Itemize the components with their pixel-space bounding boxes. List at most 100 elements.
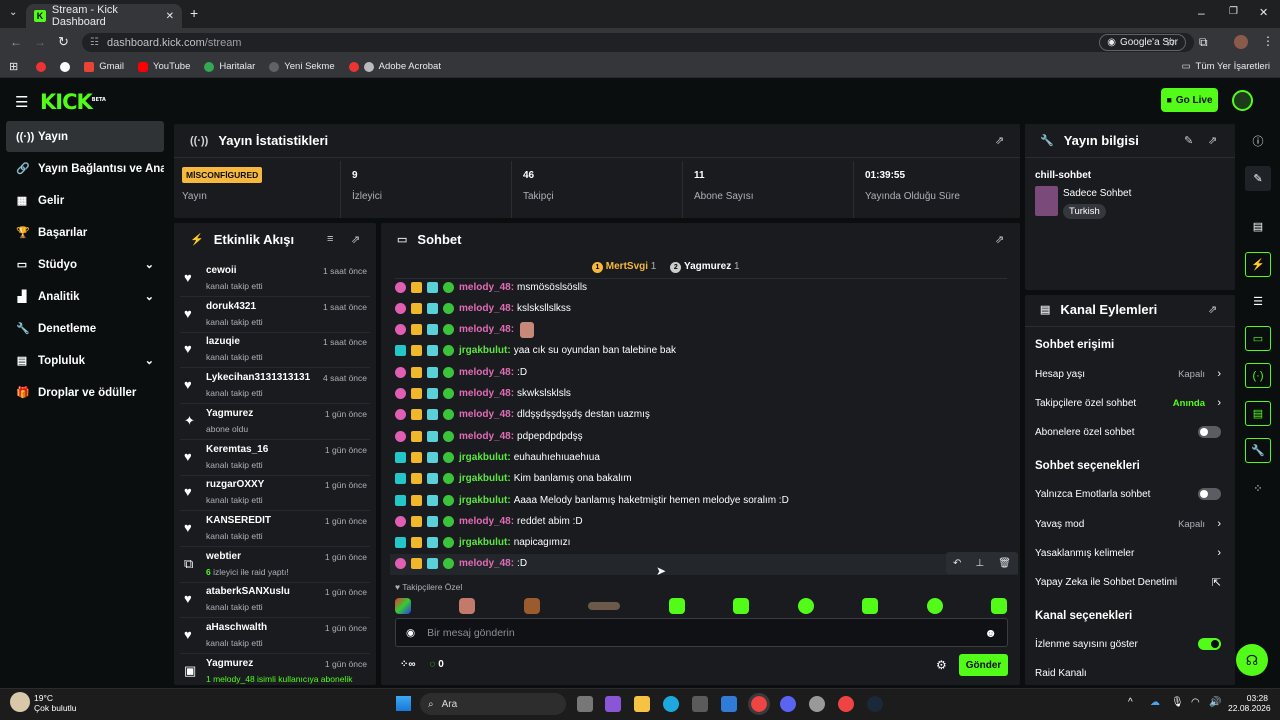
back-icon[interactable]: ← [10,35,22,49]
chat-message[interactable]: melody_48: reddet abim :D [395,511,583,531]
chat-message[interactable]: melody_48: pdpepdpdpdşş [395,426,583,446]
chat-username[interactable]: melody_48: [459,409,514,420]
menu-dots-icon[interactable]: ⋮ [1262,34,1274,48]
forward-icon[interactable]: → [34,35,46,49]
bookmark-maps[interactable]: Haritalar [204,61,255,72]
chat-username[interactable]: melody_48: [459,324,514,335]
chat-message[interactable]: melody_48: skwkslsklsls [395,384,571,404]
chat-message[interactable]: melody_48: msmösöslsöslls [395,277,587,297]
sidebar-item[interactable]: 🔧 Denetleme [6,313,164,344]
ai-moderation-row[interactable]: Yapay Zeka ile Sohbet Denetimi ⇱ [1035,572,1225,592]
emote-green-1-icon[interactable] [668,598,685,614]
activity-item[interactable]: ♥ Lykecihan3131313131 kanalı takip etti 4 s… [180,368,370,405]
minimize-icon[interactable]: – [1198,6,1205,20]
chat-username[interactable]: melody_48: [459,367,514,378]
activity-item[interactable]: ♥ Keremtas_16 kanalı takip etti 1 gün önce [180,440,370,476]
banned-words-row[interactable]: Yasaklanmış kelimeler › [1035,543,1225,563]
sidebar-item[interactable]: 🎁 Droplar ve ödüller [6,377,164,408]
emote-green-3-icon[interactable] [797,598,814,614]
emote-face-icon[interactable] [459,598,476,614]
show-views-toggle[interactable] [1198,638,1221,650]
task-view-icon[interactable] [577,696,593,712]
chat-settings-icon[interactable]: ⚙ [936,658,947,672]
badge-icon[interactable]: ◉ [406,627,415,639]
address-bar[interactable]: ☷ dashboard.kick.com/stream [82,33,1194,52]
chat-message[interactable]: jrgakbulut: Kim banlamış ona bakalım [395,469,632,489]
chat-message[interactable]: melody_48::D [395,362,527,382]
reload-icon[interactable]: ↻ [58,34,69,50]
followers-only-row[interactable]: Takipçilere özel sohbet Anında › [1035,393,1225,413]
chat-message[interactable]: jrgakbulut: Aaaa Melody banlamış haketmiş… [395,490,789,510]
wifi-icon[interactable]: ◠ [1191,697,1200,708]
chat-message[interactable]: jrgakbulut: euhauhıehıuaehıua [395,447,600,467]
bookmark-star-icon[interactable]: ☆ [1165,35,1176,49]
activity-item[interactable]: ♥ doruk4321 kanalı takip etti 1 saat önce [180,297,370,333]
close-tab-icon[interactable]: ✕ [166,11,174,22]
bookmark-acrobat[interactable]: Adobe Acrobat [348,61,441,72]
chat-message[interactable]: melody_48: [395,320,535,340]
sidebar-item[interactable]: 🔗 Yayın Bağlantısı ve Anahtar [6,153,164,184]
popout-icon[interactable]: ⇗ [995,134,1004,147]
chat-message[interactable]: melody_48: dldşşdşşdşşdş destan uazmış [395,405,650,425]
popout-icon[interactable]: ⇗ [351,233,360,246]
filter-icon[interactable]: ≡ [327,233,333,245]
profile-avatar[interactable] [1234,35,1248,49]
activity-item[interactable]: ♥ ataberkSANXuslu kanalı takip etti 1 gün ö… [180,582,370,619]
emoji-icon[interactable]: ☻ [984,626,997,640]
chat-username[interactable]: melody_48: [459,303,514,314]
popout-icon[interactable]: ⇗ [1208,303,1217,316]
activity-item[interactable]: ▣ Yagmurez 1 melody_48 isimli kullanıcıya … [180,654,370,690]
user-avatar[interactable] [1232,90,1253,111]
subscribers-only-toggle[interactable] [1198,426,1221,438]
emote-rainbow-icon[interactable] [395,598,411,614]
emote-green-4-icon[interactable] [862,598,879,614]
emote-flat-icon[interactable] [588,602,621,610]
chat-username[interactable]: jrgakbulut: [459,537,511,548]
go-live-button[interactable]: ■ Go Live [1161,88,1218,112]
windows-start-icon[interactable] [396,696,411,711]
taskbar-search[interactable]: ⌕ Ara [420,693,566,715]
emote-green-6-icon[interactable] [990,598,1007,614]
broadcast-icon[interactable]: (·) [1245,363,1271,388]
sidebar-item[interactable]: ▭ Stüdyo ⌄ [6,249,164,280]
clock[interactable]: 03:28 22.08.2026 [1228,693,1271,713]
apps-grid-icon[interactable]: ⊞ [9,60,18,73]
support-button[interactable]: ☊ [1236,644,1268,676]
infinity-icon[interactable]: ⁘∞ [400,659,416,670]
copilot-icon[interactable] [605,696,621,712]
lightning-icon[interactable]: ⚡ [1245,252,1271,277]
sidebar-item[interactable]: ▟ Analitik ⌄ [6,281,164,312]
chrome-icon[interactable] [748,693,770,715]
chat-username[interactable]: melody_48: [459,282,514,293]
chat-username[interactable]: jrgakbulut: [459,473,511,484]
bookmark-google[interactable] [60,61,71,72]
activity-item[interactable]: ✦ Yagmurez abone oldu 1 gün önce [180,404,370,440]
volume-icon[interactable]: 🔊 [1209,697,1221,708]
steam-icon[interactable] [867,696,883,712]
maximize-icon[interactable]: ❐ [1229,6,1238,17]
mic-icon[interactable]: 🎙 [1171,697,1184,708]
activity-item[interactable]: ♥ KANSEREDIT kanalı takip etti 1 gün önce [180,511,370,547]
pinned-user[interactable]: 2 Yagmurez 1 [670,261,740,273]
edit-icon[interactable]: ✎ [1245,166,1271,191]
site-info-icon[interactable]: ☷ [90,37,99,48]
chat-username[interactable]: jrgakbulut: [459,452,511,463]
chat-username[interactable]: melody_48: [459,558,514,569]
reply-icon[interactable]: ↶ [953,558,961,569]
emote-green-2-icon[interactable] [733,598,750,614]
tray-chevron-icon[interactable]: ^ [1128,697,1133,708]
chrome-2-icon[interactable] [838,696,854,712]
chat-message[interactable]: jrgakbulut: napicagımızı [395,533,570,553]
stats-icon[interactable]: ▤ [1245,214,1271,239]
pinned-user[interactable]: 1 MertSvgi 1 [592,261,656,273]
raid-channel-row[interactable]: Raid Kanalı [1035,663,1225,683]
emote-only-toggle[interactable] [1198,488,1221,500]
weather-icon[interactable] [10,692,30,712]
store-icon[interactable] [692,696,708,712]
chat-username[interactable]: jrgakbulut: [459,345,511,356]
popout-icon[interactable]: ⇗ [995,233,1004,246]
chat-message[interactable]: melody_48::D [395,554,527,574]
activity-item[interactable]: ♥ aHaschwalth kanalı takip etti 1 gün önce [180,618,370,654]
list-icon[interactable]: ☰ [1245,289,1271,314]
account-age-row[interactable]: Hesap yaşı Kapalı › [1035,364,1225,384]
